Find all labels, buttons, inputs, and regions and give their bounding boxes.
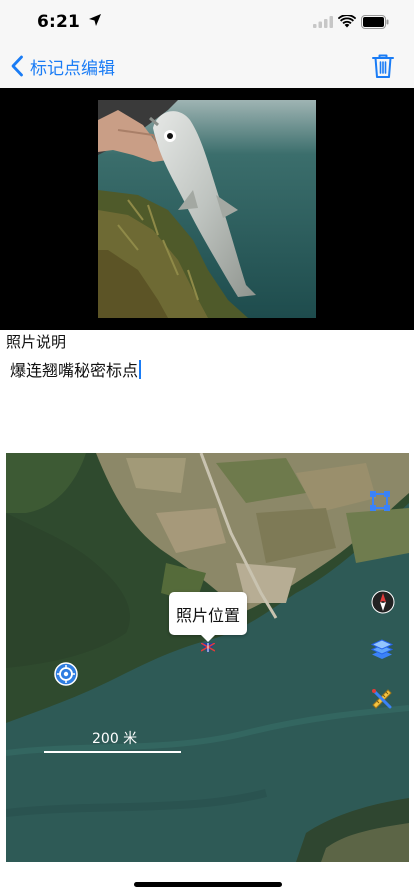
navigation-bar: 标记点编辑 (0, 44, 414, 88)
satellite-map (6, 453, 409, 862)
trash-icon[interactable] (371, 53, 395, 79)
status-bar: 6:21 (0, 0, 414, 44)
caption-value: 爆连翘嘴秘密标点 (10, 361, 139, 380)
text-cursor (139, 359, 142, 379)
caption-label: 照片说明 (6, 333, 67, 351)
battery-icon (361, 15, 389, 29)
photo-area (0, 88, 414, 330)
callout-pointer (200, 634, 216, 642)
location-arrow-icon (89, 14, 101, 26)
ruler-button[interactable] (369, 686, 395, 712)
fish-photo[interactable] (98, 100, 316, 318)
layers-icon (370, 639, 394, 659)
photo-marker-icon[interactable] (201, 643, 215, 653)
compass-icon (371, 590, 395, 614)
status-time: 6:21 (37, 12, 81, 32)
compass-button[interactable] (370, 589, 396, 615)
map-view[interactable]: 照片位置 200 米 (6, 453, 409, 862)
scale-bar (44, 751, 181, 753)
nav-title: 标记点编辑 (30, 58, 115, 79)
chevron-left-icon (11, 55, 23, 77)
ruler-icon (372, 689, 392, 709)
back-button[interactable]: 标记点编辑 (10, 53, 115, 79)
home-indicator[interactable] (134, 882, 282, 887)
photo-location-callout[interactable]: 照片位置 (169, 592, 247, 635)
caption-input[interactable]: 爆连翘嘴秘密标点 (10, 357, 404, 381)
fish-photo-image (98, 100, 316, 318)
layers-button[interactable] (369, 636, 395, 662)
locate-icon[interactable] (54, 662, 78, 686)
scale-label: 200 米 (92, 731, 138, 747)
measure-area-icon (370, 491, 390, 511)
cellular-signal-icon (313, 16, 333, 28)
measure-area-button[interactable] (367, 488, 393, 514)
wifi-icon (338, 15, 356, 28)
